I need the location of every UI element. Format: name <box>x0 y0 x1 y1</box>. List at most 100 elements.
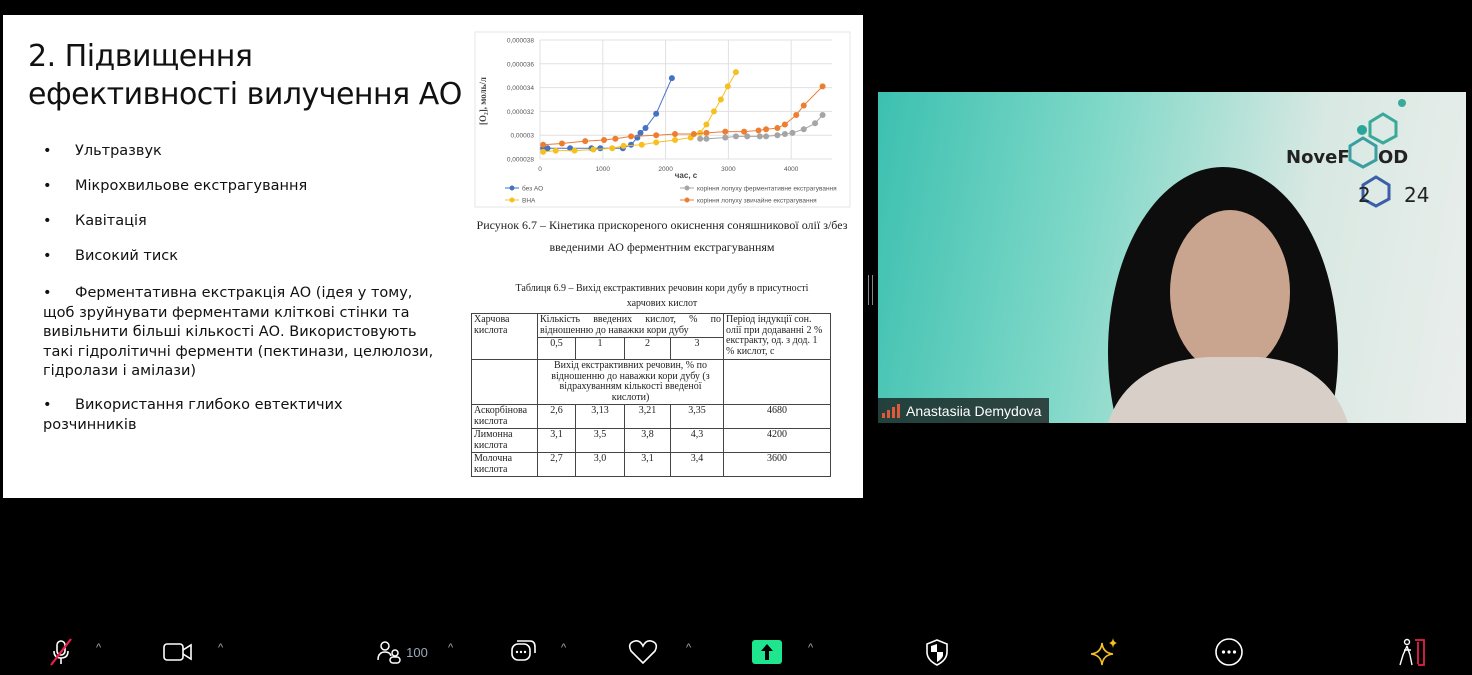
bullet-item: • Ферментативна екстракція АО (ідея у том… <box>43 284 438 382</box>
y-tick-label: 0,00003 <box>511 133 535 140</box>
bullet-dot: • <box>43 143 52 159</box>
bullet-item: • Високий тиск <box>43 247 443 267</box>
participant-name-tag: Anastasiia Demydova <box>878 398 1050 423</box>
x-tick-label: 0 <box>538 166 542 173</box>
cell-value: 3,4 <box>670 452 724 477</box>
bullet-text: Використання глибоко евтектичих розчинни… <box>43 397 343 433</box>
series-1 <box>540 69 739 155</box>
reactions-options-caret[interactable]: ^ <box>686 642 691 654</box>
bullet-item: • Кавітація <box>43 212 443 232</box>
data-point <box>540 148 547 155</box>
data-point <box>590 146 597 153</box>
participants-count: 100 <box>406 644 428 660</box>
data-point <box>800 102 807 109</box>
cell-acid: Лимонна кислота <box>471 428 538 453</box>
chat-options-caret[interactable]: ^ <box>561 642 566 654</box>
figure-caption: введеними АО ферментним екстрагуванням <box>549 240 775 254</box>
unmute-button[interactable] <box>46 638 76 666</box>
share-screen-icon <box>752 640 782 664</box>
oxidation-kinetics-chart: 0,000028 0,00003 0,000032 0,000034 0,000036 0… <box>474 31 851 208</box>
table-header-row: Харчова кислота Кількість введених кисло… <box>471 313 831 360</box>
video-options-caret[interactable]: ^ <box>218 642 223 654</box>
cell-value: 3,5 <box>575 428 625 453</box>
x-tick-label: 1000 <box>596 166 611 173</box>
start-video-button[interactable] <box>162 638 194 666</box>
data-point <box>668 75 675 82</box>
sparkle-icon <box>1090 638 1117 666</box>
header-level: 0,5 <box>537 337 576 360</box>
data-point <box>819 111 826 118</box>
legend-label: коріння лопуху звичайне екстрагування <box>697 197 817 205</box>
participants-options-caret[interactable]: ^ <box>448 642 453 654</box>
data-point <box>732 69 739 76</box>
data-point <box>763 133 770 140</box>
header-yield: Вихід екстрактивних речовин, % по віднош… <box>537 359 724 405</box>
cell-value: 2,7 <box>537 452 576 477</box>
data-point <box>601 136 608 143</box>
data-point <box>774 125 781 132</box>
data-point <box>628 141 635 148</box>
data-point <box>612 135 619 142</box>
data-point <box>755 127 762 134</box>
bullet-dot: • <box>43 213 52 229</box>
leave-meeting-button[interactable] <box>1396 638 1428 666</box>
y-tick-label: 0,000034 <box>507 85 534 92</box>
table-title: харчових кислот <box>626 298 698 309</box>
cell-period: 4200 <box>723 428 831 453</box>
header-amount: Кількість введених кислот, % по відношен… <box>537 313 724 338</box>
data-point <box>793 111 800 118</box>
share-options-caret[interactable]: ^ <box>808 642 813 654</box>
cell-value: 2,6 <box>537 404 576 429</box>
ai-companion-button[interactable] <box>1089 638 1119 666</box>
series-2 <box>697 111 826 142</box>
security-button[interactable] <box>923 638 951 666</box>
share-screen-button[interactable] <box>752 638 782 666</box>
logo-text: 2 <box>1358 183 1371 207</box>
bullet-dot: • <box>43 178 52 194</box>
extract-yield-table: Харчова кислота Кількість введених кисло… <box>471 313 831 477</box>
participants-button[interactable]: 100 <box>372 638 432 666</box>
x-tick-label: 3000 <box>721 166 736 173</box>
meeting-toolbar: ^ ^ 100 ^ ^ ^ ^ <box>0 628 1472 675</box>
data-point <box>571 147 578 154</box>
data-point <box>540 141 547 148</box>
data-point <box>642 125 649 132</box>
slide-title-text: 2. Підвищення ефективності вилучення АО <box>28 39 462 112</box>
data-point <box>552 147 559 154</box>
data-point <box>722 134 729 141</box>
chat-button[interactable] <box>508 638 538 666</box>
table-row: Лимонна кислота 3,1 3,5 3,8 4,3 4200 <box>471 428 831 453</box>
figure-caption: Рисунок 6.7 – Кінетика прискореного окис… <box>476 218 848 232</box>
audio-options-caret[interactable]: ^ <box>96 642 101 654</box>
cell-value: 3,1 <box>624 452 671 477</box>
bullet-dot: • <box>43 285 52 301</box>
empty-cell <box>723 359 831 405</box>
more-options-icon <box>1215 638 1243 666</box>
y-tick-label: 0,000036 <box>507 61 534 68</box>
data-point <box>697 135 704 142</box>
data-point <box>756 133 763 140</box>
data-point <box>774 132 781 139</box>
logo-text: 24 <box>1404 183 1429 207</box>
data-point <box>609 145 616 152</box>
bullet-item: • Ультразвук <box>43 142 443 162</box>
data-point <box>800 126 807 133</box>
y-axis-label: [O₂], моль/л <box>478 77 488 125</box>
cell-value: 3,13 <box>575 404 625 429</box>
more-button[interactable] <box>1214 638 1244 666</box>
data-point <box>597 145 604 152</box>
header-acid: Харчова кислота <box>471 313 538 360</box>
data-point <box>717 96 724 103</box>
data-point <box>672 136 679 143</box>
data-point <box>703 121 710 128</box>
bullet-text: Високий тиск <box>75 248 179 264</box>
series-3 <box>540 83 826 148</box>
participants-icon <box>377 641 401 664</box>
split-view-resize-handle[interactable] <box>868 275 873 305</box>
data-point <box>812 120 819 127</box>
reactions-button[interactable] <box>627 638 659 666</box>
cell-value: 3,0 <box>575 452 625 477</box>
data-point <box>781 131 788 138</box>
bullet-text: Ультразвук <box>75 143 162 159</box>
table-row: Аскорбінова кислота 2,6 3,13 3,21 3,35 4… <box>471 404 831 429</box>
